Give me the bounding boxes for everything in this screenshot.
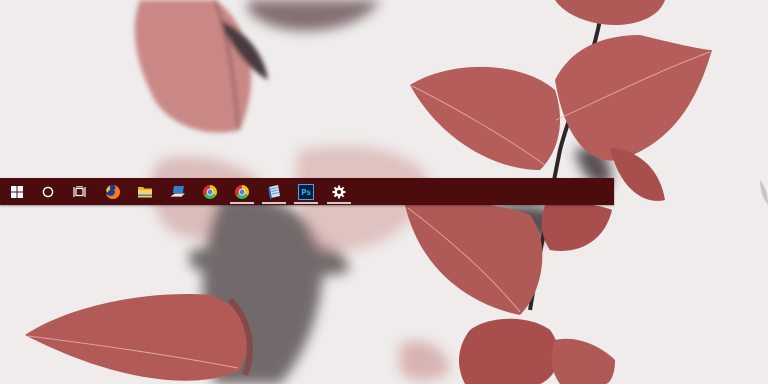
- firefox-icon: [106, 184, 120, 199]
- task-view-button[interactable]: [64, 178, 94, 205]
- chrome-icon: [235, 184, 249, 199]
- gear-icon: [332, 185, 346, 198]
- taskbar-file-explorer[interactable]: [130, 178, 160, 205]
- taskbar-app-notepad[interactable]: [259, 178, 289, 205]
- taskbar-chrome-canary[interactable]: [227, 178, 257, 205]
- photoshop-icon: Ps: [298, 183, 314, 200]
- taskbar-firefox[interactable]: [98, 178, 128, 205]
- notepad-icon: [268, 184, 280, 199]
- taskbar-settings[interactable]: [324, 178, 354, 205]
- search-button[interactable]: [33, 178, 63, 205]
- taskbar-photoshop[interactable]: Ps: [291, 178, 321, 205]
- taskbar-app-laptop[interactable]: [163, 178, 193, 205]
- taskbar: Ps: [0, 178, 614, 205]
- laptop-icon: [171, 185, 185, 197]
- task-view-icon: [72, 185, 86, 197]
- cortana-circle-icon: [42, 186, 54, 197]
- start-button[interactable]: [2, 178, 32, 205]
- windows-logo-icon: [11, 185, 23, 198]
- photoshop-label: Ps: [301, 188, 311, 197]
- folder-icon: [138, 186, 152, 197]
- taskbar-chrome[interactable]: [195, 178, 225, 205]
- chrome-icon: [203, 184, 217, 199]
